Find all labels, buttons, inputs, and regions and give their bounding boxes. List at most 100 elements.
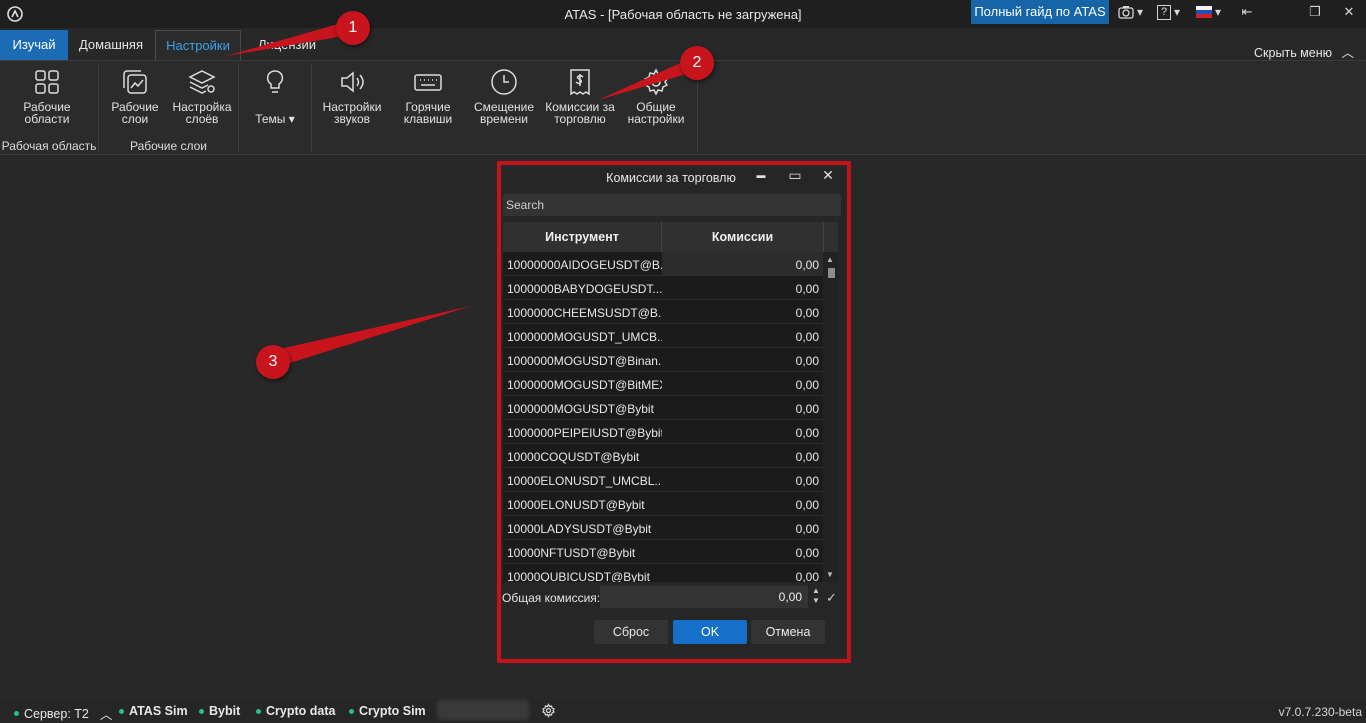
grid-header: Инструмент Комиссии bbox=[503, 222, 823, 252]
title-bar: ATAS - [Рабочая область не загружена] По… bbox=[0, 0, 1366, 28]
commission-cell[interactable]: 0,00 bbox=[662, 564, 823, 582]
tab-home[interactable]: Домашняя bbox=[70, 30, 152, 60]
chevron-down-icon: ▾ bbox=[1137, 5, 1144, 19]
workspaces-label: Рабочие области bbox=[23, 100, 71, 126]
reset-button[interactable]: Сброс bbox=[594, 620, 668, 644]
ribbon-separator bbox=[311, 63, 312, 153]
ok-button[interactable]: OK bbox=[673, 620, 747, 644]
tab-settings[interactable]: Настройки bbox=[155, 30, 241, 60]
connection-label: Bybit bbox=[209, 704, 241, 718]
commission-cell[interactable]: 0,00 bbox=[662, 420, 823, 443]
total-commission-stepper[interactable]: ▲ ▼ bbox=[810, 586, 822, 608]
connection-bybit[interactable]: Bybit bbox=[199, 704, 240, 718]
commission-cell[interactable]: 0,00 bbox=[662, 540, 823, 563]
layer-settings-button[interactable]: Настройка слоёв bbox=[165, 67, 239, 125]
table-row[interactable]: 10000LADYSUSDT@Bybit 0,00 bbox=[503, 516, 823, 540]
connection-label: Crypto data bbox=[266, 704, 336, 718]
screenshot-button[interactable]: ▾ bbox=[1118, 3, 1143, 21]
status-dot bbox=[119, 708, 124, 714]
commission-cell[interactable]: 0,00 bbox=[662, 300, 823, 323]
vertical-scrollbar[interactable]: ▲ ▼ bbox=[823, 252, 838, 582]
maximize-icon[interactable]: ▭ bbox=[783, 167, 807, 184]
hide-menu-label: Скрыть меню bbox=[1254, 46, 1332, 60]
status-dot bbox=[256, 708, 261, 714]
instrument-cell: 10000ELONUSDT@Bybit bbox=[507, 498, 645, 512]
work-layers-button[interactable]: Рабочие слои bbox=[98, 67, 172, 125]
server-status[interactable]: Сервер: T2 ︿ bbox=[14, 704, 112, 723]
commission-cell[interactable]: 0,00 bbox=[662, 252, 823, 275]
table-row[interactable]: 1000000CHEEMSUSDT@B... 0,00 bbox=[503, 300, 823, 324]
scroll-down-icon[interactable]: ▼ bbox=[826, 570, 834, 579]
close-icon[interactable]: ✕ bbox=[816, 167, 840, 184]
cancel-button[interactable]: Отмена bbox=[751, 620, 825, 644]
annotation-badge-1: 1 bbox=[336, 11, 370, 45]
instrument-cell: 10000LADYSUSDT@Bybit bbox=[507, 522, 652, 536]
commissions-dialog: Комиссии за торговлю ▬ ▭ ✕ Search Инстру… bbox=[502, 166, 846, 658]
connection-crypto-data[interactable]: Crypto data bbox=[256, 704, 335, 718]
flag-icon bbox=[1196, 6, 1212, 18]
commission-cell[interactable]: 0,00 bbox=[662, 348, 823, 371]
pin-icon[interactable]: ⇤ bbox=[1232, 2, 1262, 22]
scroll-up-icon[interactable]: ▲ bbox=[826, 255, 834, 264]
table-row[interactable]: 1000000MOGUSDT@Bybit 0,00 bbox=[503, 396, 823, 420]
table-row[interactable]: 10000COQUSDT@Bybit 0,00 bbox=[503, 444, 823, 468]
column-header-commission[interactable]: Комиссии bbox=[662, 222, 823, 252]
hide-menu-button[interactable]: Скрыть меню ︿ bbox=[1254, 42, 1354, 61]
connection-atas-sim[interactable]: ATAS Sim bbox=[119, 704, 188, 718]
restore-icon[interactable]: ❐ bbox=[1300, 2, 1330, 22]
instrument-cell: 1000000CHEEMSUSDT@B... bbox=[507, 306, 662, 320]
server-label: Сервер: T2 bbox=[24, 706, 89, 721]
tab-learn[interactable]: Изучай bbox=[0, 30, 68, 60]
total-commission-input[interactable]: 0,00 bbox=[600, 586, 808, 608]
close-icon[interactable]: ✕ bbox=[1334, 2, 1364, 22]
commission-cell[interactable]: 0,00 bbox=[662, 468, 823, 491]
time-offset-button[interactable]: Смещение времени bbox=[467, 67, 541, 125]
commission-cell[interactable]: 0,00 bbox=[662, 324, 823, 347]
table-row[interactable]: 10000ELONUSDT_UMCBL... 0,00 bbox=[503, 468, 823, 492]
commissions-button[interactable]: Комиссии за торговлю bbox=[543, 67, 617, 125]
themes-label: Темы bbox=[255, 112, 286, 126]
help-button[interactable]: ? ▾ bbox=[1157, 3, 1180, 21]
commission-cell[interactable]: 0,00 bbox=[662, 516, 823, 539]
instrument-cell: 1000000MOGUSDT@Binan... bbox=[507, 354, 662, 368]
table-row[interactable]: 10000NFTUSDT@Bybit 0,00 bbox=[503, 540, 823, 564]
workspaces-button[interactable]: Рабочие области bbox=[10, 67, 84, 125]
sound-settings-button[interactable]: Настройки звуков bbox=[315, 67, 389, 125]
full-guide-button[interactable]: Полный гайд по ATAS bbox=[971, 0, 1109, 24]
commission-cell[interactable]: 0,00 bbox=[662, 444, 823, 467]
scroll-thumb[interactable] bbox=[828, 268, 835, 278]
version-label: v7.0.7.230-beta bbox=[1278, 705, 1362, 719]
stepper-up-icon[interactable]: ▲ bbox=[810, 586, 822, 596]
workspace-group-label: Рабочая область bbox=[1, 139, 97, 153]
gear-status-icon[interactable] bbox=[541, 703, 556, 718]
hotkeys-button[interactable]: Горячие клавиши bbox=[391, 67, 465, 125]
chevron-up-icon[interactable]: ︿ bbox=[100, 704, 113, 723]
column-header-instrument[interactable]: Инструмент bbox=[503, 222, 662, 252]
general-settings-button[interactable]: Общие настройки bbox=[619, 67, 693, 125]
chart-layers-icon bbox=[123, 70, 147, 94]
table-row[interactable]: 1000000MOGUSDT_UMCB... 0,00 bbox=[503, 324, 823, 348]
minimize-icon[interactable]: ▬ bbox=[749, 170, 773, 180]
layers-settings-icon bbox=[188, 70, 216, 94]
tab-licenses[interactable]: Лицензии bbox=[244, 30, 330, 60]
stepper-down-icon[interactable]: ▼ bbox=[810, 596, 822, 606]
language-button[interactable]: ▾ bbox=[1196, 3, 1221, 21]
annotation-badge-2: 2 bbox=[680, 46, 714, 80]
table-row[interactable]: 10000QUBICUSDT@Bybit 0,00 bbox=[503, 564, 823, 582]
table-row[interactable]: 10000ELONUSDT@Bybit 0,00 bbox=[503, 492, 823, 516]
table-row[interactable]: 10000000AIDOGEUSDT@B... 0,00 bbox=[503, 252, 823, 276]
themes-button[interactable]: Темы ▾ bbox=[238, 67, 312, 125]
commission-cell[interactable]: 0,00 bbox=[662, 396, 823, 419]
commission-cell[interactable]: 0,00 bbox=[662, 276, 823, 299]
apply-total-check-icon[interactable]: ✓ bbox=[826, 590, 837, 606]
instrument-cell: 10000000AIDOGEUSDT@B... bbox=[507, 258, 662, 272]
table-row[interactable]: 1000000MOGUSDT@BitMEX 0,00 bbox=[503, 372, 823, 396]
search-input[interactable]: Search bbox=[503, 194, 841, 216]
table-row[interactable]: 1000000MOGUSDT@Binan... 0,00 bbox=[503, 348, 823, 372]
commission-cell[interactable]: 0,00 bbox=[662, 492, 823, 515]
table-row[interactable]: 1000000PEIPEIUSDT@Bybit 0,00 bbox=[503, 420, 823, 444]
connection-crypto-sim[interactable]: Crypto Sim bbox=[349, 704, 426, 718]
commission-cell[interactable]: 0,00 bbox=[662, 372, 823, 395]
table-row[interactable]: 1000000BABYDOGEUSDT... 0,00 bbox=[503, 276, 823, 300]
workspaces-icon bbox=[35, 70, 59, 94]
